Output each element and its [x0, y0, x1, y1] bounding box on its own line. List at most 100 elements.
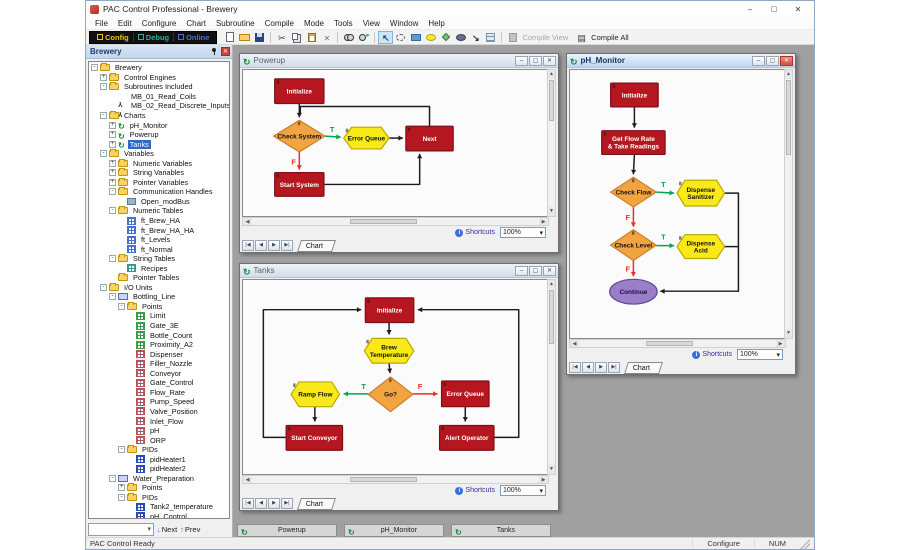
flow-node-get-flow-rate-take-readings[interactable]: Get Flow Rate& Take Readings — [602, 131, 665, 155]
menu-window[interactable]: Window — [385, 19, 423, 28]
findnext-tool-button[interactable] — [356, 31, 371, 44]
tree-item-dispenser[interactable]: Dispenser — [89, 349, 229, 359]
tree-item-inlet-flow[interactable]: Inlet_Flow — [89, 416, 229, 426]
flow-node-next[interactable]: Next — [406, 126, 453, 151]
collapse-minus-icon[interactable]: - — [118, 446, 125, 453]
flow-node-start-conveyor[interactable]: Start Conveyor — [286, 426, 342, 451]
collapse-minus-icon[interactable]: - — [109, 475, 116, 482]
lasso-tool-button[interactable] — [393, 31, 408, 44]
maximize-button[interactable]: ▢ — [762, 5, 786, 13]
tree-item-orp[interactable]: ORP — [89, 435, 229, 445]
script-tool-button[interactable] — [483, 31, 498, 44]
copy-tool-button[interactable] — [289, 31, 304, 44]
find-prev-button[interactable]: ↑ Prev — [180, 525, 200, 534]
tree-item-pointer-tables[interactable]: Pointer Tables — [89, 273, 229, 283]
flow-node-initialize[interactable]: Initialize — [275, 79, 324, 104]
tree-item-variables[interactable]: -Variables — [89, 149, 229, 159]
nav-last-button[interactable]: ▶| — [608, 362, 620, 373]
vertical-scrollbar[interactable]: ▲▼ — [547, 279, 556, 475]
tree-item-control-engines[interactable]: +Control Engines — [89, 73, 229, 83]
nav-prev-button[interactable]: ◀ — [255, 240, 267, 251]
decision-tool-button[interactable] — [438, 31, 453, 44]
horizontal-scrollbar[interactable]: ◀▶ — [242, 217, 549, 226]
scroll-track[interactable] — [579, 340, 645, 347]
tree-panel-close-button[interactable]: ✕ — [221, 47, 230, 56]
taskbar-button-powerup[interactable]: Powerup — [237, 524, 337, 537]
tree-item-bottling-line[interactable]: -Bottling_Line — [89, 292, 229, 302]
flow-node-continue[interactable]: Continue — [610, 279, 658, 304]
shortcuts-button[interactable]: iShortcuts — [455, 487, 495, 495]
menu-subroutine[interactable]: Subroutine — [211, 19, 260, 28]
tree-item-brewery[interactable]: -Brewery — [89, 63, 229, 73]
shortcuts-button[interactable]: iShortcuts — [692, 351, 732, 359]
collapse-minus-icon[interactable]: - — [91, 64, 98, 71]
tree-item-ft-brew-ha-ha[interactable]: ft_Brew_HA_HA — [89, 225, 229, 235]
scroll-track[interactable] — [252, 218, 349, 225]
collapse-minus-icon[interactable]: - — [109, 293, 116, 300]
tree-item-subroutines-included[interactable]: -Subroutines Included — [89, 82, 229, 92]
tree-item-pointer-variables[interactable]: +Pointer Variables — [89, 178, 229, 188]
flow-node-dispense-acid[interactable]: DispenseAcid — [677, 235, 725, 259]
scroll-left-icon[interactable]: ◀ — [570, 340, 579, 347]
flowchart-canvas[interactable]: TFInitializeBrewTemperatureGo?Ramp FlowE… — [242, 279, 549, 475]
tree-item-pidheater2[interactable]: pidHeater2 — [89, 464, 229, 474]
flow-node-error-queue[interactable]: Error Queue — [442, 381, 490, 407]
horizontal-scroll-thumb[interactable] — [350, 477, 417, 482]
compile-view-button[interactable] — [505, 31, 520, 44]
open-tool-button[interactable] — [237, 31, 252, 44]
expand-plus-icon[interactable]: + — [118, 484, 125, 491]
tree-item-ft-normal[interactable]: ft_Normal — [89, 244, 229, 254]
collapse-minus-icon[interactable]: - — [118, 303, 125, 310]
chart-window-titlebar[interactable]: Tanks–▢✕ — [240, 264, 558, 278]
zoom-select[interactable]: 100%▾ — [500, 227, 546, 238]
scroll-right-icon[interactable]: ▶ — [776, 340, 785, 347]
collapse-minus-icon[interactable]: - — [109, 207, 116, 214]
tree-item-gate-control[interactable]: Gate_Control — [89, 378, 229, 388]
tree-item-open-modbus[interactable]: Open_modBus — [89, 197, 229, 207]
tree-item-powerup[interactable]: +Powerup — [89, 130, 229, 140]
tree-item-flow-rate[interactable]: Flow_Rate — [89, 388, 229, 398]
tree-item-valve-position[interactable]: Valve_Position — [89, 407, 229, 417]
find-tool-button[interactable] — [341, 31, 356, 44]
scroll-up-icon[interactable]: ▲ — [785, 70, 792, 79]
window-close-button[interactable]: ✕ — [780, 56, 793, 66]
collapse-minus-icon[interactable]: - — [100, 112, 107, 119]
flowchart-canvas[interactable]: TFTFInitializeGet Flow Rate& Take Readin… — [569, 69, 786, 339]
tree-item-limit[interactable]: Limit — [89, 311, 229, 321]
menu-configure[interactable]: Configure — [137, 19, 182, 28]
tree-item-ph-control[interactable]: pH_Control — [89, 512, 229, 519]
window-maximize-button[interactable]: ▢ — [766, 56, 779, 66]
flow-node-alert-operator[interactable]: Alert Operator — [440, 426, 494, 451]
flow-node-brew-temperature[interactable]: BrewTemperature — [364, 338, 413, 363]
flow-node-error-queue[interactable]: Error Queue — [344, 127, 389, 149]
horizontal-scrollbar[interactable]: ◀▶ — [242, 475, 549, 484]
tree-item-points[interactable]: +Points — [89, 483, 229, 493]
scroll-right-icon[interactable]: ▶ — [539, 476, 548, 483]
menu-compile[interactable]: Compile — [260, 19, 299, 28]
menu-mode[interactable]: Mode — [299, 19, 329, 28]
tab-chart[interactable]: Chart — [297, 498, 336, 510]
tree-item-points[interactable]: -Points — [89, 302, 229, 312]
tab-chart[interactable]: Chart — [297, 240, 336, 252]
tree-item-filler-nozzle[interactable]: Filler_Nozzle — [89, 359, 229, 369]
expand-plus-icon[interactable]: + — [109, 169, 116, 176]
config-mode-button[interactable]: Config — [93, 33, 134, 42]
tree-item-i-o-units[interactable]: -I/O Units — [89, 283, 229, 293]
expand-plus-icon[interactable]: + — [109, 131, 116, 138]
window-minimize-button[interactable]: – — [515, 56, 528, 66]
menu-edit[interactable]: Edit — [113, 19, 137, 28]
collapse-minus-icon[interactable]: - — [100, 284, 107, 291]
nav-prev-button[interactable]: ◀ — [255, 498, 267, 509]
nav-last-button[interactable]: ▶| — [281, 240, 293, 251]
menu-file[interactable]: File — [90, 19, 113, 28]
menu-view[interactable]: View — [358, 19, 385, 28]
scroll-right-icon[interactable]: ▶ — [539, 218, 548, 225]
tree-search-combobox[interactable]: ▾ — [88, 523, 154, 536]
tree-item-numeric-variables[interactable]: +Numeric Variables — [89, 158, 229, 168]
taskbar-button-tanks[interactable]: Tanks — [451, 524, 551, 537]
expand-plus-icon[interactable]: + — [109, 122, 116, 129]
horizontal-scrollbar[interactable]: ◀▶ — [569, 339, 786, 348]
collapse-minus-icon[interactable]: - — [109, 188, 116, 195]
nav-next-button[interactable]: ▶ — [268, 240, 280, 251]
menu-tools[interactable]: Tools — [329, 19, 358, 28]
